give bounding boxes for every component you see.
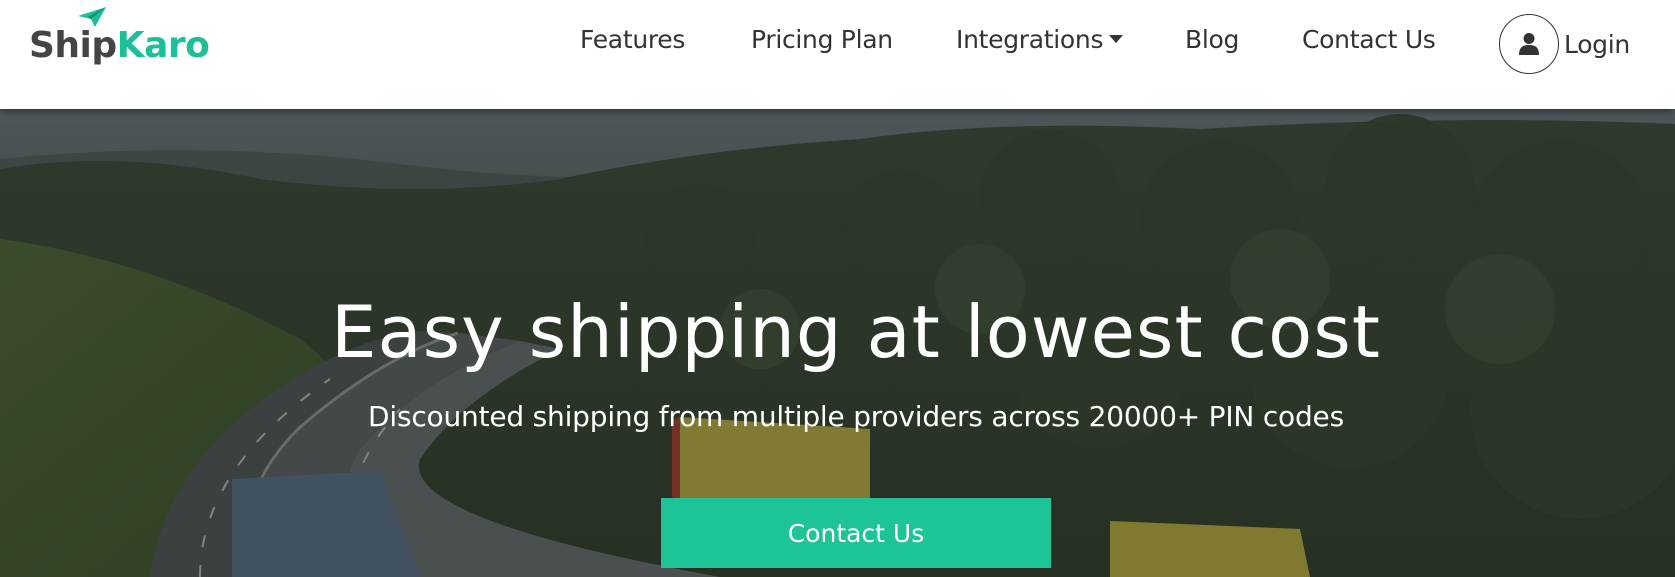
site-header: Ship Karo Features Pricing Plan Integrati… xyxy=(0,0,1675,109)
contact-us-button[interactable]: Contact Us xyxy=(661,498,1051,568)
paper-plane-icon xyxy=(78,7,106,27)
logo-text-karo: Karo xyxy=(116,25,210,66)
hero-subtitle: Discounted shipping from multiple provid… xyxy=(368,400,1344,433)
nav-integrations-label: Integrations xyxy=(956,25,1104,54)
caret-down-icon xyxy=(1109,35,1124,43)
nav-features[interactable]: Features xyxy=(580,25,685,54)
logo-text-ship: Ship xyxy=(29,25,117,66)
login-label: Login xyxy=(1564,29,1630,59)
hero-title: Easy shipping at lowest cost xyxy=(331,290,1381,374)
user-icon xyxy=(1519,33,1539,55)
nav-integrations[interactable]: Integrations xyxy=(956,25,1124,54)
nav-blog[interactable]: Blog xyxy=(1185,25,1239,54)
shipkaro-logo[interactable]: Ship Karo xyxy=(29,7,210,66)
nav-pricing-plan[interactable]: Pricing Plan xyxy=(751,25,893,54)
login-button[interactable]: Login xyxy=(1499,14,1630,74)
hero-section: Easy shipping at lowest cost Discounted … xyxy=(0,109,1675,577)
nav-contact-us[interactable]: Contact Us xyxy=(1302,25,1436,54)
login-avatar-circle xyxy=(1499,14,1559,74)
